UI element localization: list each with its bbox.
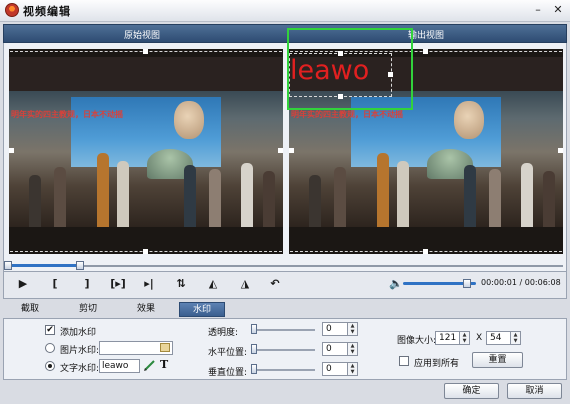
horizontal-position-label: 水平位置:: [208, 348, 248, 358]
folder-icon[interactable]: [160, 343, 170, 352]
play-button[interactable]: ▶: [14, 276, 32, 292]
width-input[interactable]: 121: [435, 331, 460, 345]
time-current: 00:00:01: [481, 278, 517, 287]
ok-button[interactable]: 确定: [444, 383, 499, 399]
reset-button[interactable]: 重置: [472, 352, 523, 368]
original-video[interactable]: 明年实的四主教规，日本不动摇: [9, 49, 283, 254]
vertical-position-spinner[interactable]: ▲ ▼: [348, 362, 358, 376]
vertical-position-value[interactable]: 0: [322, 362, 348, 376]
horizontal-position-slider[interactable]: [253, 349, 315, 351]
opacity-thumb[interactable]: [251, 324, 257, 334]
horizontal-position-thumb[interactable]: [251, 344, 257, 354]
view-header: [3, 24, 567, 43]
cancel-button[interactable]: 取消: [507, 383, 562, 399]
timeline-track[interactable]: [8, 265, 563, 267]
opacity-spinner[interactable]: ▲ ▼: [348, 322, 358, 336]
mark-in-button[interactable]: [: [46, 276, 64, 292]
opacity-slider[interactable]: [253, 329, 315, 331]
vertical-position-thumb[interactable]: [251, 364, 257, 374]
watermark-selection-box[interactable]: [287, 28, 413, 110]
rotate-left-icon: ◭: [208, 277, 218, 290]
image-watermark-radio[interactable]: [45, 343, 55, 353]
minimize-button[interactable]: –: [530, 3, 546, 17]
bracket-left-icon: [: [52, 277, 58, 290]
horizontal-position-value[interactable]: 0: [322, 342, 348, 356]
window-title: 视频编辑: [23, 5, 71, 18]
width-spinner[interactable]: ▲ ▼: [460, 331, 470, 345]
title-bar[interactable]: [0, 0, 570, 22]
step-forward-icon: ▸|: [144, 277, 154, 290]
flip-vertical-icon: ⇅: [176, 277, 186, 290]
timeline-progress: [8, 264, 80, 267]
close-button[interactable]: ✕: [550, 3, 566, 17]
undo-icon: ↶: [270, 277, 280, 290]
pencil-icon[interactable]: [143, 358, 157, 372]
volume-thumb[interactable]: [463, 279, 471, 288]
apply-to-all-label: 应用到所有: [414, 359, 460, 369]
undo-button[interactable]: ↶: [266, 276, 284, 292]
leawo-app-icon: [5, 3, 19, 17]
tab-effect[interactable]: 效果: [126, 302, 166, 317]
opacity-value[interactable]: 0: [322, 322, 348, 336]
time-separator: /: [519, 278, 523, 287]
vertical-position-label: 垂直位置:: [208, 368, 248, 378]
add-watermark-label: 添加水印: [60, 328, 97, 338]
banner-text: 明年实的四主教规，日本不动摇: [291, 110, 403, 119]
text-watermark-radio[interactable]: [45, 361, 55, 371]
tab-crop[interactable]: 剪切: [68, 302, 108, 317]
flip-vertical-button[interactable]: ⇅: [172, 276, 190, 292]
rotate-right-icon: ◮: [240, 277, 250, 290]
vertical-position-slider[interactable]: [253, 369, 315, 371]
timeline-thumb[interactable]: [76, 261, 84, 270]
tab-watermark[interactable]: 水印: [179, 302, 225, 317]
rotate-right-button[interactable]: ◮: [236, 276, 254, 292]
time-display: 00:00:01 / 00:06:08: [481, 278, 561, 287]
add-watermark-checkbox[interactable]: ✔: [45, 325, 55, 335]
output-view-label: 输出视图: [408, 31, 445, 41]
text-watermark-label: 文字水印:: [60, 364, 100, 374]
horizontal-position-spinner[interactable]: ▲ ▼: [348, 342, 358, 356]
play-icon: ▶: [18, 277, 28, 290]
start-marker[interactable]: [4, 261, 12, 270]
next-frame-button[interactable]: ▸|: [140, 276, 158, 292]
timeline-bar: [3, 257, 567, 271]
speaker-icon[interactable]: 🔈: [389, 276, 403, 292]
apply-to-all-checkbox[interactable]: [399, 356, 409, 366]
banner-text: 明年实的四主教规，日本不动摇: [11, 110, 123, 119]
text-watermark-input[interactable]: leawo: [99, 359, 140, 373]
image-watermark-label: 图片水印:: [60, 346, 100, 356]
times-label: X: [476, 333, 483, 343]
check-icon: ✔: [46, 325, 54, 335]
time-total: 00:06:08: [524, 278, 561, 287]
mark-out-button[interactable]: ]: [78, 276, 96, 292]
tab-trim[interactable]: 截取: [10, 302, 50, 317]
play-selection-button[interactable]: [▸]: [106, 276, 130, 292]
opacity-label: 透明度:: [208, 328, 239, 338]
play-bracket-icon: [▸]: [110, 277, 126, 290]
bracket-right-icon: ]: [84, 277, 90, 290]
image-size-label: 图像大小:: [397, 336, 437, 346]
original-view-label: 原始视图: [124, 31, 161, 41]
height-spinner[interactable]: ▲ ▼: [511, 331, 521, 345]
font-icon[interactable]: T: [160, 358, 168, 371]
height-input[interactable]: 54: [486, 331, 511, 345]
rotate-left-button[interactable]: ◭: [204, 276, 222, 292]
